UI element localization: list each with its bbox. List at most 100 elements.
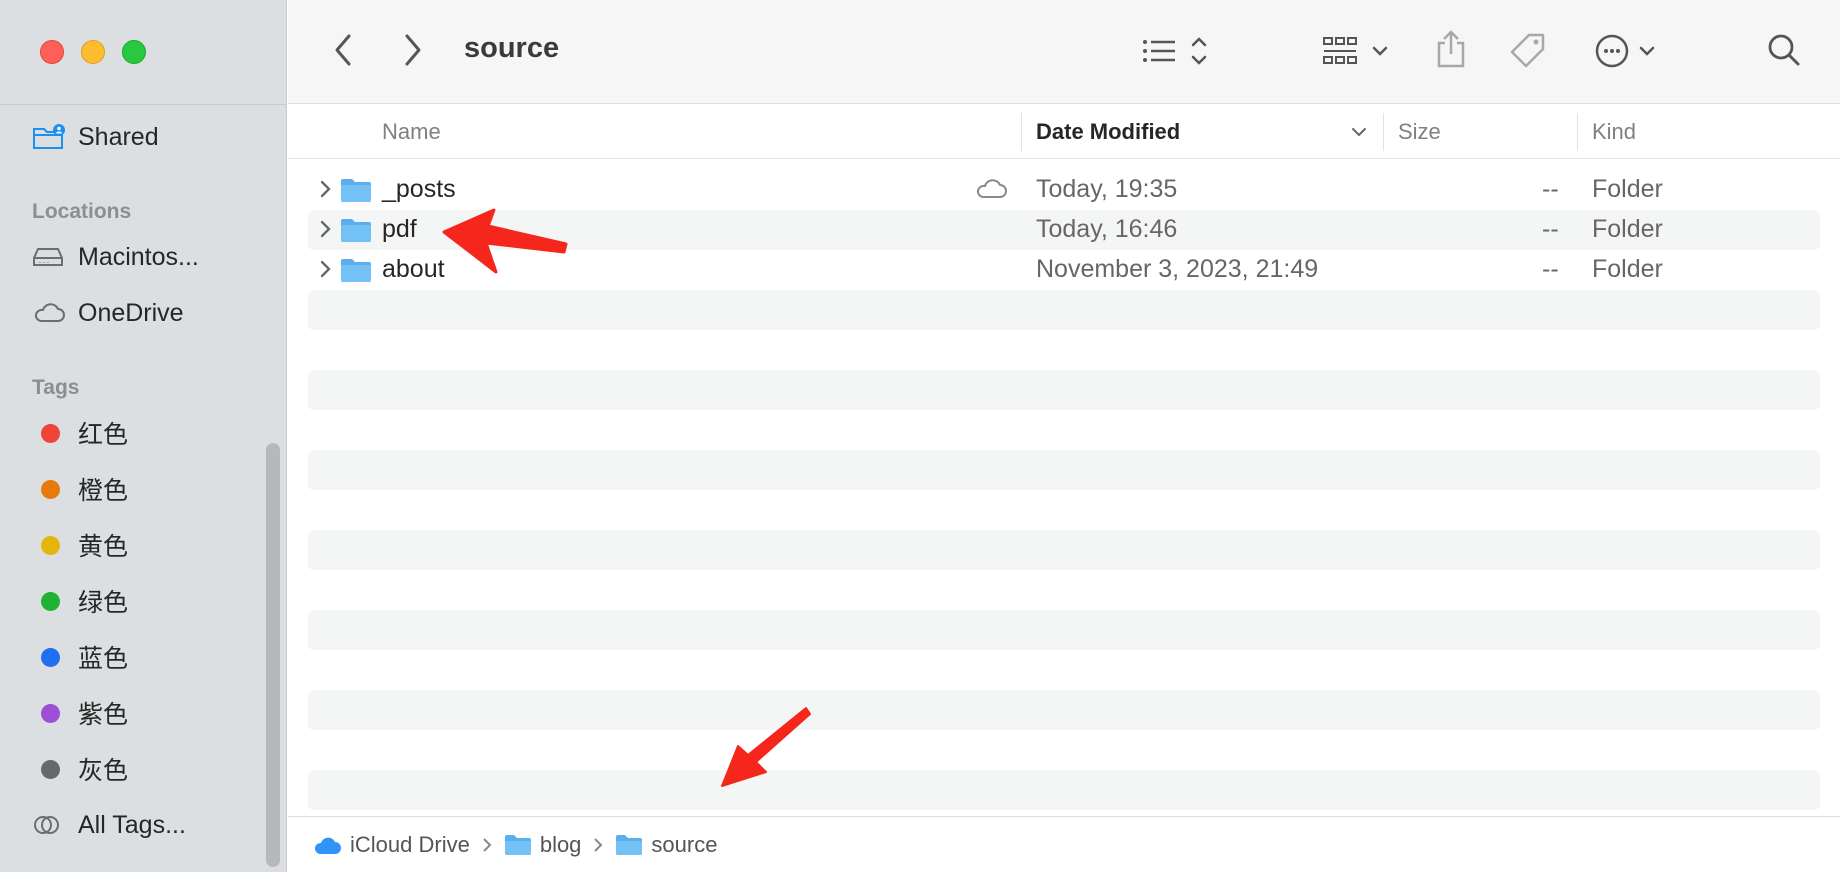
sidebar-item-label: 黄色: [78, 533, 129, 561]
zoom-button[interactable]: [122, 40, 146, 64]
tag-color-dot: [41, 479, 60, 499]
shared-folder-icon: [32, 122, 68, 152]
sidebar-item-label: Shared: [78, 122, 159, 151]
file-date: November 3, 2023, 21:49: [1036, 255, 1319, 283]
locations-header: Locations: [32, 200, 132, 223]
tag-icon: [1510, 33, 1545, 68]
column-kind[interactable]: Kind: [1592, 119, 1636, 145]
column-divider[interactable]: [1577, 113, 1578, 151]
window-controls: [40, 40, 146, 64]
path-bar: iCloud Drive blog source: [288, 816, 1840, 872]
sidebar: Shared Locations Macintos... OneDrive Ta…: [0, 0, 287, 872]
tag-color-dot: [41, 647, 60, 667]
grid-group-icon: [1323, 37, 1388, 64]
group-button[interactable]: [1322, 32, 1398, 70]
sidebar-item-shared[interactable]: Shared: [32, 117, 159, 157]
sidebar-item-onedrive[interactable]: OneDrive: [32, 293, 184, 333]
folder-icon: [504, 834, 532, 856]
disclosure-triangle-icon[interactable]: [318, 218, 332, 240]
folder-icon: [615, 834, 643, 856]
sidebar-item-label: OneDrive: [78, 298, 184, 327]
file-size: --: [1542, 175, 1559, 203]
tag-color-dot: [41, 423, 60, 443]
breadcrumb-label: blog: [539, 831, 582, 857]
column-size[interactable]: Size: [1398, 119, 1441, 145]
more-actions-button[interactable]: [1594, 32, 1660, 70]
chevron-right-icon: [405, 34, 421, 66]
sidebar-item-macintosh[interactable]: Macintos...: [32, 237, 199, 277]
file-row[interactable]: pdf Today, 16:46 -- Folder: [308, 210, 1820, 250]
empty-row: [308, 610, 1820, 650]
disclosure-triangle-icon[interactable]: [318, 178, 332, 200]
folder-icon: [341, 259, 371, 282]
tag-button[interactable]: [1508, 32, 1548, 70]
sidebar-tag-orange[interactable]: 橙色: [32, 469, 128, 509]
file-name: pdf: [382, 215, 417, 243]
share-button[interactable]: [1434, 28, 1468, 70]
column-header: Name Date Modified Size Kind: [288, 105, 1840, 159]
column-date-modified[interactable]: Date Modified: [1036, 119, 1180, 145]
search-icon: [1768, 34, 1800, 66]
file-kind: Folder: [1592, 255, 1663, 283]
breadcrumb-separator-icon: [482, 837, 492, 853]
sidebar-item-all-tags[interactable]: All Tags...: [32, 805, 186, 845]
sidebar-item-label: 绿色: [78, 589, 129, 617]
sidebar-tag-red[interactable]: 红色: [32, 413, 128, 453]
tags-header: Tags: [32, 376, 80, 399]
sidebar-item-label: Macintos...: [78, 242, 199, 271]
tag-color-dot: [41, 591, 60, 611]
empty-row: [308, 290, 1820, 330]
back-button[interactable]: [328, 32, 358, 68]
file-size: --: [1542, 215, 1559, 243]
sidebar-item-label: All Tags...: [78, 810, 186, 839]
file-row[interactable]: about November 3, 2023, 21:49 -- Folder: [308, 250, 1820, 290]
sidebar-tag-gray[interactable]: 灰色: [32, 749, 128, 789]
ellipsis-circle-icon: [1595, 34, 1655, 68]
minimize-button[interactable]: [81, 40, 105, 64]
column-divider[interactable]: [1021, 113, 1022, 151]
sidebar-tag-purple[interactable]: 紫色: [32, 693, 128, 733]
file-kind: Folder: [1592, 215, 1663, 243]
breadcrumb-source[interactable]: source: [615, 832, 717, 858]
view-options-button[interactable]: [1141, 32, 1213, 70]
file-date: Today, 19:35: [1036, 175, 1178, 203]
tag-color-dot: [41, 703, 60, 723]
sort-descending-icon[interactable]: [1350, 125, 1368, 139]
folder-icon: [341, 219, 371, 242]
breadcrumb-separator-icon: [593, 837, 603, 853]
sidebar-tag-yellow[interactable]: 黄色: [32, 525, 128, 565]
harddrive-icon: [32, 242, 68, 272]
search-button[interactable]: [1766, 32, 1802, 68]
file-name: about: [382, 255, 445, 283]
folder-icon: [341, 179, 371, 202]
tag-color-dot: [41, 759, 60, 779]
file-row[interactable]: _posts Today, 19:35 -- Folder: [308, 170, 1820, 210]
sidebar-divider: [0, 104, 287, 105]
share-icon: [1437, 30, 1465, 68]
file-size: --: [1542, 255, 1559, 283]
sidebar-item-label: 红色: [78, 421, 129, 449]
sidebar-tag-green[interactable]: 绿色: [32, 581, 128, 621]
empty-row: [308, 450, 1820, 490]
close-button[interactable]: [40, 40, 64, 64]
chevron-left-icon: [335, 34, 351, 66]
tag-color-dot: [41, 535, 60, 555]
forward-button[interactable]: [398, 32, 428, 68]
sidebar-item-label: 橙色: [78, 477, 129, 505]
file-name: _posts: [382, 175, 456, 203]
sidebar-scrollbar[interactable]: [266, 443, 280, 867]
breadcrumb-icloud-drive[interactable]: iCloud Drive: [312, 832, 470, 858]
file-kind: Folder: [1592, 175, 1663, 203]
empty-row: [308, 370, 1820, 410]
sidebar-tag-blue[interactable]: 蓝色: [32, 637, 128, 677]
disclosure-triangle-icon[interactable]: [318, 258, 332, 280]
column-name[interactable]: Name: [382, 119, 441, 145]
icloud-status-icon: [976, 179, 1007, 198]
toolbar: source: [288, 0, 1840, 104]
column-divider[interactable]: [1383, 113, 1384, 151]
icloud-icon: [312, 834, 342, 856]
breadcrumb-blog[interactable]: blog: [504, 831, 582, 858]
breadcrumb-label: source: [651, 831, 718, 857]
empty-row: [308, 770, 1820, 810]
window-title: source: [464, 32, 560, 64]
